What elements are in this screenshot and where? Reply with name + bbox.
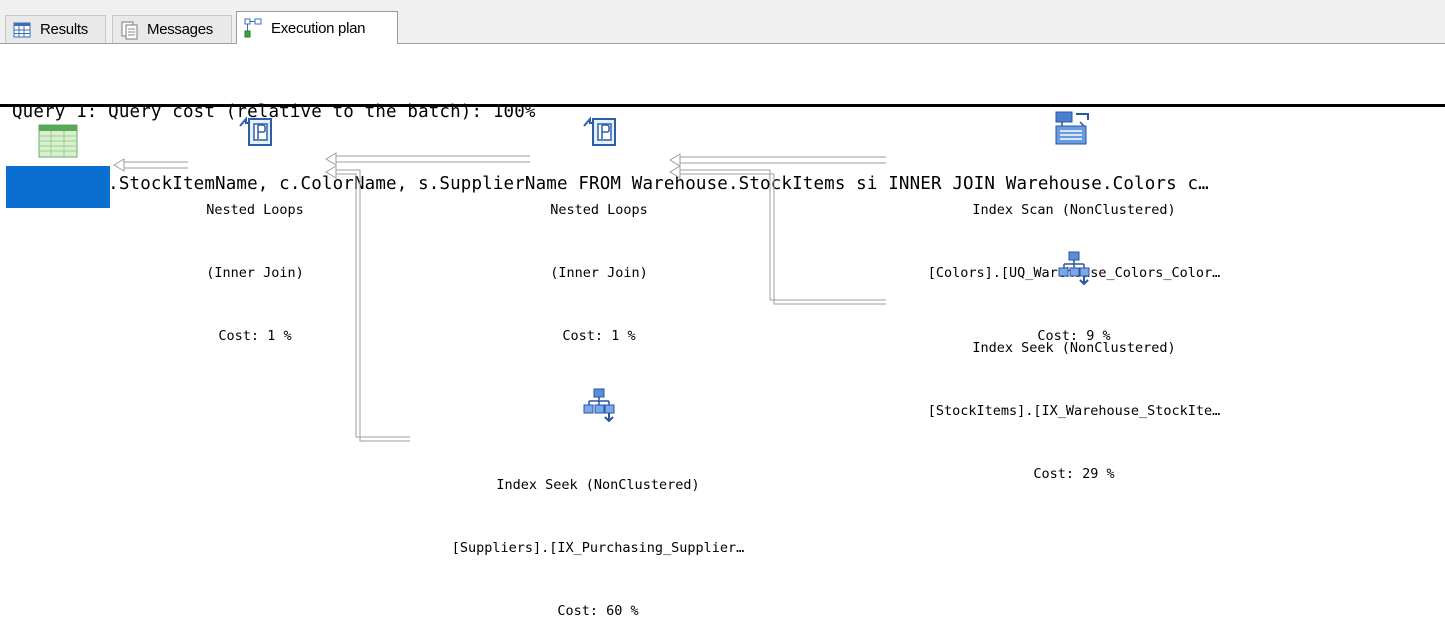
nested-loops-2-cost: Cost: 1 % [562,328,636,344]
nested-loops-1-name: Nested Loops [206,202,304,218]
nested-loops-icon[interactable] [238,114,274,154]
index-seek-suppliers-operator[interactable]: Index Seek (NonClustered) [Suppliers].[I… [408,433,788,643]
nested-loops-1-join-type: (Inner Join) [206,265,304,281]
tab-execution-plan[interactable]: Execution plan [236,11,398,44]
index-seek-stockitems-object: [StockItems].[IX_Warehouse_StockIte… [927,403,1221,419]
index-seek-suppliers-cost: Cost: 60 % [557,603,639,619]
index-seek-stockitems-name: Index Seek (NonClustered) [972,340,1176,356]
nested-loops-1-cost: Cost: 1 % [218,328,292,344]
index-seek-icon[interactable] [583,387,617,427]
nested-loops-1-operator[interactable]: Nested Loops (Inner Join) Cost: 1 % [170,158,340,368]
select-cost: Cost: 0 % [21,268,95,284]
index-seek-suppliers-object: [Suppliers].[IX_Purchasing_Supplier… [451,540,745,556]
select-label: SELECT [33,208,83,224]
nested-loops-2-operator[interactable]: Nested Loops (Inner Join) Cost: 1 % [514,158,684,368]
index-scan-colors-name: Index Scan (NonClustered) [972,202,1176,218]
select-operator[interactable]: SELECT Cost: 0 % [6,166,110,284]
nested-loops-icon[interactable] [582,114,618,154]
index-seek-stockitems-cost: Cost: 29 % [1033,466,1115,482]
index-scan-icon[interactable] [1054,110,1094,152]
tab-execution-plan-label: Execution plan [271,19,366,37]
execution-plan-icon [243,18,263,38]
select-result-icon [38,124,78,162]
nested-loops-2-join-type: (Inner Join) [550,265,648,281]
index-seek-stockitems-operator[interactable]: Index Seek (NonClustered) [StockItems].[… [884,296,1264,506]
nested-loops-2-name: Nested Loops [550,202,648,218]
index-seek-icon[interactable] [1058,250,1092,290]
